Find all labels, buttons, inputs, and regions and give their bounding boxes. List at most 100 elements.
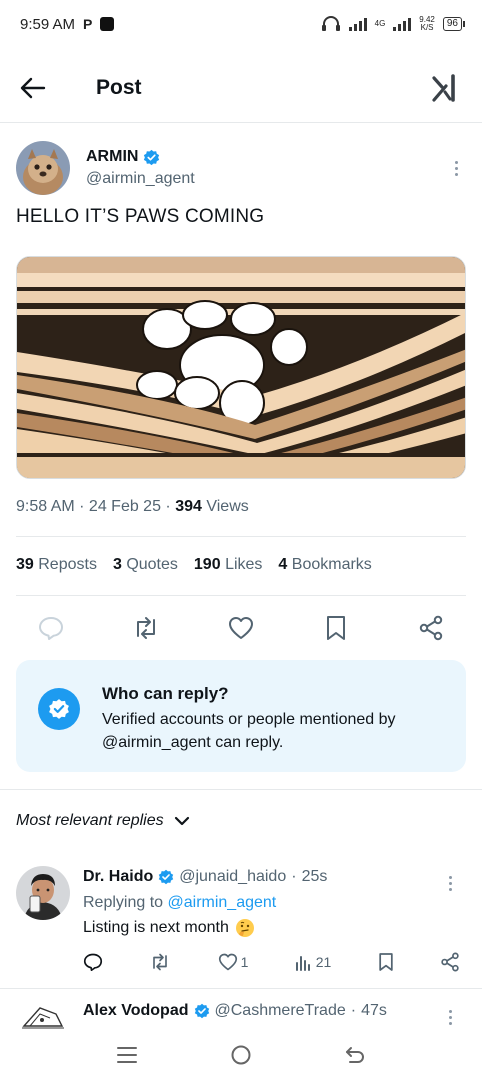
thinking-face-emoji-icon (235, 919, 254, 937)
quotes-stat[interactable]: 3 Quotes (113, 556, 178, 574)
reply-text: Listing is next month (83, 918, 466, 938)
post-timestamp: 9:58 AM · 24 Feb 25 · (16, 498, 176, 515)
reply-like-count: 1 (240, 954, 249, 970)
like-button[interactable] (224, 611, 258, 645)
reply-author-name[interactable]: Alex Vodopad (83, 1002, 189, 1020)
reply-text-content: Listing is next month (83, 919, 229, 936)
repost-icon (153, 953, 168, 971)
meta-divider (16, 536, 466, 537)
home-circle-icon (231, 1045, 251, 1065)
reposts-count: 39 (16, 556, 34, 573)
back-button[interactable] (20, 68, 60, 108)
app-header: Post (0, 58, 482, 118)
bookmark-icon (327, 616, 345, 640)
reply-views-count: 21 (315, 954, 332, 970)
reply-icon (39, 617, 63, 640)
status-bar: 9:59 AM P 4G 9.42 K/S 96 (0, 0, 482, 48)
reply-time: 47s (361, 1002, 387, 1019)
back-arrow-icon (346, 1047, 364, 1063)
more-options-icon[interactable] (446, 153, 466, 183)
network-type: 4G (374, 19, 386, 28)
reply-actions: 1 21 (83, 952, 466, 972)
reply-item[interactable]: Alex Vodopad @CashmereTrade · 47s (16, 1000, 466, 1030)
bookmarks-stat[interactable]: 4 Bookmarks (278, 556, 371, 574)
author-handle[interactable]: @airmin_agent (86, 170, 195, 188)
likes-stat[interactable]: 190 Likes (194, 556, 263, 574)
author-avatar[interactable] (16, 141, 70, 195)
reply-share-button[interactable] (440, 952, 460, 972)
share-icon (441, 952, 459, 972)
reply-like-button[interactable]: 1 (218, 953, 249, 971)
replying-to: Replying to @airmin_agent (83, 894, 466, 912)
post-author: ARMIN @airmin_agent (16, 138, 466, 198)
system-back-button[interactable] (335, 1035, 375, 1075)
reply-repost-button[interactable] (149, 953, 171, 971)
replies-sort-label: Most relevant replies (16, 812, 164, 829)
grok-icon (432, 74, 455, 102)
verified-reply-icon (38, 688, 80, 730)
likes-count: 190 (193, 556, 221, 573)
verified-badge-icon (159, 869, 174, 885)
who-can-reply-card: Who can reply? Verified accounts or peop… (16, 660, 466, 772)
reply-separator: · (291, 868, 297, 885)
who-can-reply-title: Who can reply? (102, 684, 229, 703)
signal-icon-2 (393, 17, 412, 31)
stats-divider (16, 595, 466, 596)
reply-views-button[interactable]: 21 (295, 953, 332, 971)
repost-icon (137, 617, 155, 639)
app-notification-letter: P (83, 16, 93, 32)
reply-author-handle[interactable]: @CashmereTrade (215, 1002, 346, 1020)
author-name[interactable]: ARMIN (86, 148, 138, 166)
verified-badge-icon (144, 149, 160, 165)
reply-more-options-icon[interactable] (440, 868, 460, 898)
signal-icon (348, 17, 367, 31)
bookmarks-count: 4 (278, 556, 288, 573)
system-nav-bar (0, 1030, 482, 1080)
analytics-icon (295, 956, 310, 971)
headset-icon (321, 16, 340, 31)
grok-button[interactable] (428, 71, 462, 105)
page-title: Post (96, 76, 142, 99)
post-stats: 39 Reposts 3 Quotes 190 Likes 4 Bookmark… (16, 556, 372, 574)
reply-divider (0, 988, 482, 989)
home-button[interactable] (221, 1035, 261, 1075)
views-label: Views (201, 498, 249, 515)
chevron-down-icon (174, 816, 189, 826)
reposts-stat[interactable]: 39 Reposts (16, 556, 97, 574)
verified-badge-icon (194, 1003, 209, 1019)
app-notification-icon (100, 17, 115, 31)
network-speed: 9.42 K/S (419, 16, 435, 32)
likes-label: Likes (225, 556, 263, 573)
reply-reply-button[interactable] (83, 953, 103, 971)
repost-button[interactable] (129, 611, 163, 645)
reply-button[interactable] (34, 611, 68, 645)
views-count: 394 (175, 498, 202, 515)
heart-icon (218, 953, 237, 971)
bookmark-icon (378, 953, 393, 971)
arrow-left-icon (20, 77, 46, 99)
replying-to-link[interactable]: @airmin_agent (168, 894, 277, 911)
heart-icon (229, 617, 253, 639)
status-time: 9:59 AM (20, 15, 76, 33)
reply-bookmark-button[interactable] (378, 952, 394, 972)
share-button[interactable] (414, 611, 448, 645)
reply-more-options-icon[interactable] (440, 1002, 460, 1030)
recent-apps-button[interactable] (107, 1035, 147, 1075)
post-actions (16, 608, 466, 648)
section-divider (0, 789, 482, 790)
replies-sort-dropdown[interactable]: Most relevant replies (16, 812, 190, 830)
reply-author-handle[interactable]: @junaid_haido (179, 868, 286, 886)
battery-icon: 96 (442, 17, 466, 31)
reply-author-name[interactable]: Dr. Haido (83, 868, 153, 886)
network-speed-unit: K/S (420, 23, 434, 32)
reply-avatar[interactable] (16, 866, 70, 920)
replying-prefix: Replying to (83, 894, 168, 911)
post-meta: 9:58 AM · 24 Feb 25 · 394 Views (16, 498, 249, 516)
post-text: HELLO IT’S PAWS COMING (16, 206, 265, 227)
quotes-label: Quotes (126, 556, 178, 573)
who-can-reply-description: Verified accounts or people mentioned by… (102, 711, 396, 751)
reply-item[interactable]: Dr. Haido @junaid_haido · 25s Replying t… (16, 866, 466, 976)
bookmark-button[interactable] (319, 611, 353, 645)
reply-avatar[interactable] (16, 1000, 70, 1030)
post-image[interactable] (16, 256, 466, 479)
